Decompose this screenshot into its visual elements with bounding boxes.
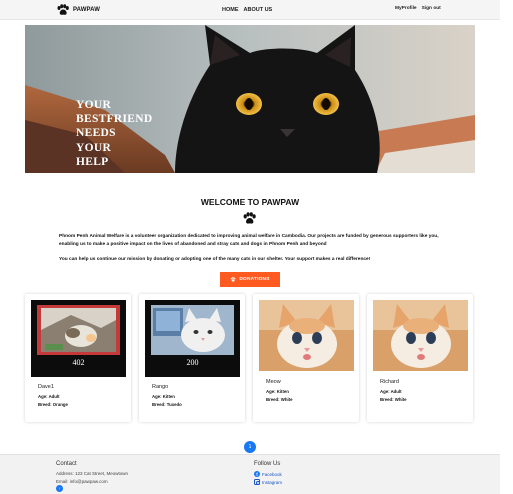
cat-photo: 402: [31, 300, 126, 377]
paw-icon: [243, 212, 256, 224]
cat-name: Rango: [152, 384, 169, 390]
my-profile-link[interactable]: MyProfile: [395, 6, 417, 11]
paw-icon: [57, 4, 69, 15]
donations-button[interactable]: DONATIONS: [220, 272, 280, 287]
nav-about-link[interactable]: ABOUT US: [244, 7, 273, 13]
brand-logo[interactable]: PAWPAW: [56, 4, 100, 16]
cat-breed: Breed: White: [266, 397, 293, 402]
contact-email: Email: info@pawpaw.com: [56, 479, 108, 484]
paw-icon: [231, 277, 236, 282]
instagram-icon: [254, 479, 261, 486]
main-nav: HOME ABOUT US: [222, 7, 272, 13]
photo-caption: 402: [72, 358, 85, 367]
cat-breed: Breed: Tuxedo: [152, 402, 182, 407]
nav-home-link[interactable]: HOME: [222, 7, 239, 13]
top-navbar: PAWPAW HOME ABOUT US MyProfile Sign out: [0, 0, 500, 20]
intro-paragraph: Phnom Penh Animal Welfare is a volunteer…: [59, 234, 439, 247]
cat-age: Age: Adult: [38, 394, 60, 399]
cat-card[interactable]: Richard Age: Adult Breed: White: [367, 294, 473, 422]
sign-out-link[interactable]: Sign out: [422, 6, 441, 11]
cat-name: Dave1: [38, 384, 54, 390]
cat-card[interactable]: 402 Dave1 Age: Adult Breed: Orange: [25, 294, 131, 422]
photo-caption: 200: [186, 358, 199, 367]
cat-name: Richard: [380, 379, 399, 385]
follow-heading: Follow Us: [254, 461, 281, 467]
support-paragraph: You can help us continue our mission by …: [59, 257, 371, 262]
pagination-page-button[interactable]: 1: [244, 441, 256, 453]
cat-card[interactable]: Meow Age: Kitten Breed: White: [253, 294, 359, 422]
arrow-up-icon: ↑: [58, 486, 61, 491]
hero-line: YOUR: [76, 141, 112, 154]
cat-card-list: 402 Dave1 Age: Adult Breed: Orange 200 R…: [25, 294, 475, 424]
instagram-link[interactable]: Instagram: [254, 479, 283, 486]
cat-card[interactable]: 200 Rango Age: Kitten Breed: Tuxedo: [139, 294, 245, 422]
hero-headline: YOUR BESTFRIEND NEEDS YOUR HELP: [76, 98, 153, 169]
footer: Contact Address: 123 Cat Street, Meowtow…: [0, 454, 500, 494]
facebook-icon: f: [254, 471, 260, 477]
cat-name: Meow: [266, 379, 281, 385]
cat-photo: 200: [145, 300, 240, 377]
facebook-label: Facebook: [262, 471, 282, 477]
cat-photo: [373, 300, 468, 371]
contact-heading: Contact: [56, 461, 77, 467]
facebook-link[interactable]: f Facebook: [254, 471, 282, 477]
cat-age: Age: Kitten: [152, 394, 175, 399]
contact-address: Address: 123 Cat Street, Meowtown: [56, 471, 129, 476]
cat-age: Age: Kitten: [266, 389, 289, 394]
donations-label: DONATIONS: [239, 277, 270, 282]
scroll-top-button[interactable]: ↑: [56, 485, 63, 492]
cat-breed: Breed: White: [380, 397, 407, 402]
hero-line: YOUR: [76, 99, 112, 111]
account-nav: MyProfile Sign out: [395, 6, 441, 11]
cat-photo: [259, 300, 354, 371]
cat-breed: Breed: Orange: [38, 402, 68, 407]
cat-age: Age: Adult: [380, 389, 402, 394]
hero-line: NEEDS: [76, 127, 116, 140]
hero-line: BESTFRIEND: [76, 113, 153, 126]
hero-line: HELP: [76, 155, 109, 168]
hero-banner: YOUR BESTFRIEND NEEDS YOUR HELP: [25, 25, 475, 173]
welcome-title: WELCOME TO PAWPAW: [200, 197, 300, 207]
brand-name: PAWPAW: [73, 7, 101, 13]
instagram-label: Instagram: [262, 479, 283, 485]
